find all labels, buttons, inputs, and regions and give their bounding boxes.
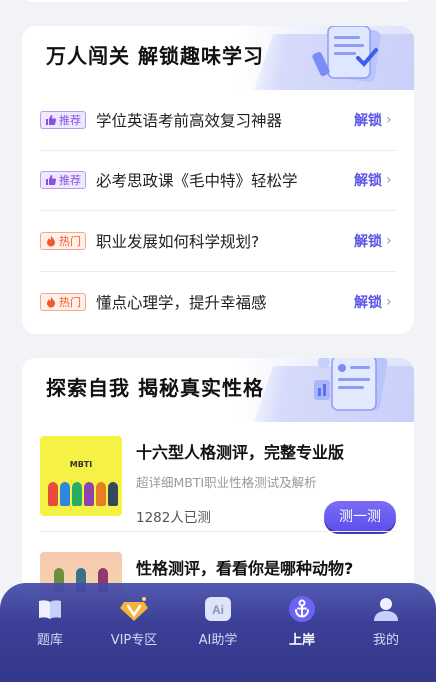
anchor-icon — [288, 595, 316, 623]
card-header: 万人闯关 解锁趣味学习 — [22, 26, 414, 90]
chevron-right-icon: › — [386, 172, 392, 189]
badge-label: 热门 — [59, 295, 81, 309]
list-item[interactable]: 热门 懂点心理学，提升幸福感 解锁 › — [40, 272, 396, 333]
item-title: 必考思政课《毛中特》轻松学 — [96, 172, 298, 191]
tab-label: 题库 — [36, 633, 63, 648]
mbti-thumbnail: MBTI — [40, 436, 122, 516]
clipboard-illustration-icon — [314, 358, 388, 411]
thumbs-up-icon — [46, 114, 57, 125]
recommend-list: 推荐 学位英语考前高效复习神器 解锁 › 推荐 必考思政课《毛中特》轻松学 解锁… — [22, 90, 414, 332]
unlock-link[interactable]: 解锁 — [354, 110, 382, 130]
item-title: 学位英语考前高效复习神器 — [96, 111, 283, 130]
book-icon — [36, 595, 64, 623]
unlock-link[interactable]: 解锁 — [354, 292, 382, 312]
start-test-button[interactable]: 测一测 — [324, 501, 396, 531]
chevron-right-icon: › — [386, 232, 392, 249]
card-header: 探索自我 揭秘真实性格 — [22, 358, 414, 422]
test-item-mbti[interactable]: MBTI 十六型人格测评，完整专业版 超详细MBTI职业性格测试及解析 1282… — [22, 422, 414, 531]
recommend-badge: 推荐 — [40, 171, 86, 190]
figure-icon — [72, 482, 82, 506]
figure-icon — [108, 482, 118, 506]
badge-label: 推荐 — [59, 113, 81, 127]
figure-icon — [96, 482, 106, 506]
test-title: 性格测评，看看你是哪种动物? — [136, 559, 354, 578]
test-title: 十六型人格测评，完整专业版 — [136, 443, 345, 462]
test-subtitle: 超详细MBTI职业性格测试及解析 — [136, 475, 317, 490]
list-item[interactable]: 推荐 学位英语考前高效复习神器 解锁 › — [40, 90, 396, 151]
figure-icon — [48, 482, 58, 506]
hot-badge: 热门 — [40, 231, 86, 250]
card-title: 万人闯关 解锁趣味学习 — [46, 44, 264, 68]
badge-label: 推荐 — [59, 174, 81, 188]
svg-text:Ai: Ai — [212, 603, 224, 617]
tab-profile[interactable]: 我的 — [346, 595, 426, 682]
item-title: 职业发展如何科学规划? — [96, 232, 260, 251]
tab-question-bank[interactable]: 题库 — [10, 595, 90, 682]
chevron-right-icon: › — [386, 111, 392, 128]
card-title: 探索自我 揭秘真实性格 — [46, 376, 264, 400]
recommend-badge: 推荐 — [40, 110, 86, 129]
badge-label: 热门 — [59, 234, 81, 248]
unlock-learning-card: 万人闯关 解锁趣味学习 推荐 学位英语考前高效复习神器 解锁 › 推荐 必考思政… — [22, 26, 414, 334]
thumbnail-text: MBTI — [69, 460, 93, 469]
participant-count: 1282人已测 — [136, 510, 211, 526]
item-title: 懂点心理学，提升幸福感 — [96, 293, 267, 312]
tab-vip[interactable]: VIP专区 — [94, 595, 174, 682]
tab-label: 上岸 — [288, 633, 315, 648]
unlock-link[interactable]: 解锁 — [354, 231, 382, 251]
tab-label: AI助学 — [198, 633, 238, 648]
profile-icon — [372, 595, 400, 623]
tab-label: 我的 — [372, 633, 399, 648]
thumbs-up-icon — [46, 175, 57, 186]
list-item[interactable]: 热门 职业发展如何科学规划? 解锁 › — [40, 211, 396, 272]
unlock-link[interactable]: 解锁 — [354, 170, 382, 190]
vip-diamond-icon — [120, 595, 148, 623]
hot-badge: 热门 — [40, 292, 86, 311]
test-info: 十六型人格测评，完整专业版 超详细MBTI职业性格测试及解析 1282人已测 测… — [136, 436, 396, 531]
document-illustration-icon — [312, 26, 381, 83]
figure-icon — [84, 482, 94, 506]
tab-shangan[interactable]: 上岸 — [262, 595, 342, 682]
tab-label: VIP专区 — [110, 633, 158, 648]
previous-card-edge — [22, 0, 414, 2]
list-item[interactable]: 推荐 必考思政课《毛中特》轻松学 解锁 › — [40, 151, 396, 211]
bottom-tab-bar: 题库 VIP专区 Ai AI助学 上岸 我的 — [0, 583, 436, 682]
flame-icon — [47, 296, 55, 308]
figure-icon — [60, 482, 70, 506]
test-footer: 1282人已测 测一测 — [136, 501, 396, 531]
ai-icon: Ai — [204, 595, 232, 623]
tab-ai-study[interactable]: Ai AI助学 — [178, 595, 258, 682]
flame-icon — [47, 235, 55, 247]
chevron-right-icon: › — [386, 293, 392, 310]
